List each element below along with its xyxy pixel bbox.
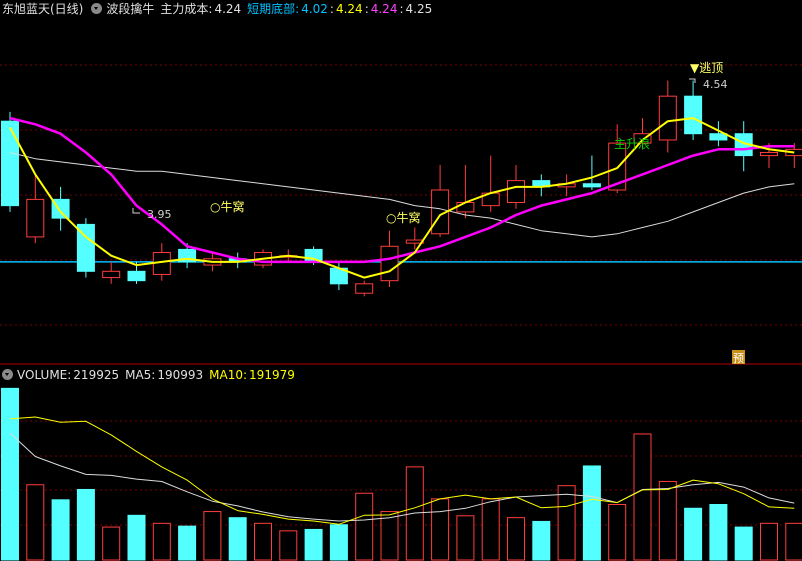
- volume-bar-up: [608, 504, 627, 561]
- moving-average-lines: [9, 116, 795, 279]
- volume-bar-down: [734, 526, 753, 561]
- volume-bar-up: [26, 484, 45, 561]
- volume-bar-down: [127, 514, 146, 561]
- volume-bar-up: [658, 480, 677, 561]
- volume-bar-down: [304, 528, 323, 561]
- volume-bar-down: [51, 499, 70, 561]
- price-volume-chart[interactable]: ▼逃顶 4.54 3.95 ○牛窝 ○牛窝 主升浪 预: [0, 0, 802, 561]
- volume-bar-down: [1, 387, 19, 561]
- volume-bar-up: [102, 526, 121, 561]
- candle-up: [102, 270, 121, 279]
- grid-lines: [0, 64, 802, 526]
- volume-bar-up: [152, 522, 171, 561]
- candle-down: [1, 120, 19, 207]
- volume-bar-down: [582, 465, 601, 561]
- bull-nest-label-1: ○牛窝: [210, 199, 244, 214]
- volume-bar-down: [228, 517, 247, 561]
- volume-bar-up: [279, 530, 298, 561]
- escape-top-label: ▼逃顶: [690, 61, 723, 75]
- volume-bar-up: [633, 433, 652, 561]
- high-price-label: 4.54: [703, 78, 728, 91]
- volume-bar-up: [760, 522, 778, 561]
- ma-line-yellow: [9, 117, 795, 279]
- volume-bar-up: [254, 522, 272, 561]
- candle-up: [456, 202, 475, 213]
- candle-up: [760, 151, 778, 157]
- volume-bar-down: [329, 524, 348, 561]
- stock-chart-window: 东旭蓝天(日线) 波段擒牛 主力成本: 4.24 短期底部: 4.02:4.24:4.24…: [0, 0, 802, 561]
- candle-up: [507, 180, 525, 204]
- candle-up: [355, 283, 374, 294]
- volume-bar-down: [532, 520, 551, 561]
- volume-bar-up: [456, 515, 475, 561]
- volume-bar-down: [709, 504, 728, 561]
- volume-bar-up: [481, 498, 500, 561]
- volume-bar-up: [431, 498, 450, 561]
- volume-bar-up: [203, 511, 222, 561]
- candle-down: [684, 95, 703, 135]
- candle-down: [582, 183, 601, 188]
- candle-up: [658, 95, 677, 141]
- volume-bars: [1, 387, 802, 561]
- volume-bar-up: [785, 522, 802, 561]
- volume-bar-up: [557, 485, 576, 561]
- candle-up: [26, 198, 45, 238]
- volume-bar-down: [76, 488, 95, 561]
- candle-down: [127, 270, 146, 282]
- volume-bar-down: [178, 525, 197, 561]
- volume-bar-up: [380, 511, 399, 561]
- forecast-badge-text: 预: [733, 352, 744, 365]
- bull-nest-label-2: ○牛窝: [386, 210, 420, 225]
- volume-bar-down: [684, 507, 703, 561]
- candle-up: [380, 245, 399, 282]
- volume-bar-up: [355, 492, 374, 561]
- low-price-label: 3.95: [147, 208, 172, 221]
- volume-bar-up: [507, 517, 525, 561]
- main-rise-label: 主升浪: [614, 136, 650, 151]
- high-price-pointer: [689, 78, 696, 83]
